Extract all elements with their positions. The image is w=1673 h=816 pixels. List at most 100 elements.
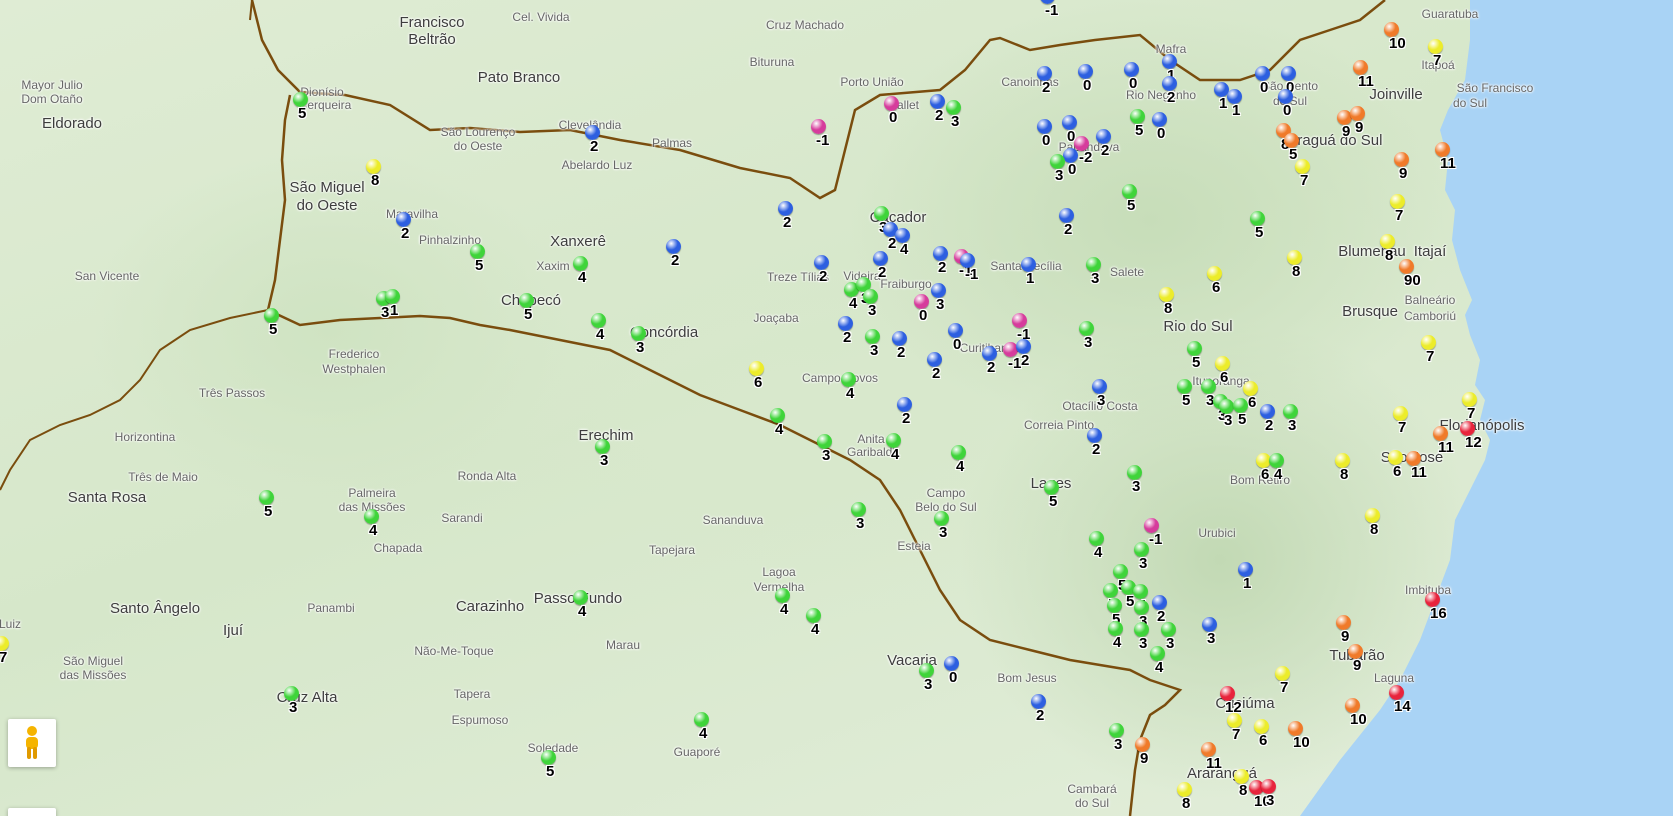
marker-value: 5 <box>1049 493 1058 510</box>
marker-value: 10 <box>1293 734 1310 751</box>
state-borders <box>0 0 1386 816</box>
border-north-west <box>249 0 253 21</box>
marker-value: 9 <box>1341 628 1350 645</box>
marker-value: 5 <box>1127 197 1136 214</box>
marker-value: 10 <box>1389 35 1406 52</box>
place-label: Blumenau <box>1338 243 1406 260</box>
marker-value: -1 <box>965 266 979 283</box>
marker-value: 2 <box>671 252 680 269</box>
place-label: Eldorado <box>41 115 103 132</box>
place-label: São Francisco <box>1456 81 1534 95</box>
marker-value: 2 <box>1036 707 1045 724</box>
place-label: Palmas <box>651 136 693 150</box>
marker-value: 10 <box>1350 711 1367 728</box>
place-label: Beltrão <box>408 31 456 48</box>
marker-value: 2 <box>1167 89 1176 106</box>
marker-value: 11 <box>1206 755 1222 772</box>
place-label: Ronda Alta <box>457 469 517 483</box>
marker-value: 8 <box>1292 263 1301 280</box>
marker-value: 6 <box>1393 463 1402 480</box>
marker-value: 0 <box>1042 132 1051 149</box>
place-label: Três Passos <box>198 386 266 400</box>
marker-value: -1 <box>816 132 830 149</box>
marker-value: 4 <box>849 295 858 312</box>
marker-value: 0 <box>1129 75 1138 92</box>
marker-value: 4 <box>1113 634 1122 651</box>
marker-value: 5 <box>475 257 484 274</box>
place-label: Três de Maio <box>128 470 198 484</box>
place-label: Xanxerê <box>550 233 606 250</box>
place-label: Balneário <box>1404 293 1456 307</box>
marker-value: 6 <box>1261 466 1270 483</box>
place-label: Pato Branco <box>477 69 561 86</box>
place-label: Ijuí <box>222 622 244 639</box>
place-label: Brusque <box>1342 303 1398 320</box>
marker-value: 3 <box>1097 392 1106 409</box>
marker-value: 3 <box>924 676 933 693</box>
marker-value: -1 <box>1045 2 1059 19</box>
marker-value: 1 <box>390 302 399 319</box>
marker-value: 7 <box>0 649 8 666</box>
marker-value: 3 <box>636 339 645 356</box>
marker-value: 0 <box>949 669 958 686</box>
marker-value: 0 <box>919 307 928 324</box>
marker-value: 2 <box>401 225 410 242</box>
street-view-button[interactable] <box>8 719 56 767</box>
marker-value: 3 <box>1091 270 1100 287</box>
marker-value: 5 <box>298 105 307 122</box>
marker-value: 2 <box>987 359 996 376</box>
marker-value: 2 <box>1265 417 1274 434</box>
marker-value: 12 <box>1465 434 1482 451</box>
marker-value: 5 <box>1255 224 1264 241</box>
marker-value: -1 <box>1008 355 1022 372</box>
place-label: Abelardo Luz <box>561 158 633 172</box>
place-label: Tapera <box>453 687 491 701</box>
map-control-partial[interactable] <box>8 808 56 816</box>
marker-value: 6 <box>1259 732 1268 749</box>
place-label: Luiz <box>0 617 22 631</box>
marker-value: 4 <box>1274 466 1283 483</box>
marker-value: 2 <box>1021 352 1030 369</box>
place-label: Tapejara <box>648 543 696 557</box>
place-label: Francisco <box>399 14 465 31</box>
marker-value: 11 <box>1440 155 1456 172</box>
marker-value: 3 <box>1139 555 1148 572</box>
place-label: São Miguel <box>289 179 365 196</box>
place-label: Bom Jesus <box>997 671 1057 685</box>
marker-value: 3 <box>1207 630 1216 647</box>
place-label: Joaçaba <box>753 311 799 325</box>
place-label: Laguna <box>1373 671 1415 685</box>
marker-value: 7 <box>1398 419 1407 436</box>
place-label: Correia Pinto <box>1023 418 1095 432</box>
marker-value: 5 <box>524 306 533 323</box>
marker-value: 2 <box>897 344 906 361</box>
marker-value: 1 <box>1026 270 1035 287</box>
marker-value: 5 <box>269 321 278 338</box>
marker-value: 8 <box>371 172 380 189</box>
marker-value: 2 <box>843 329 852 346</box>
place-label: Fraiburgo <box>880 277 932 291</box>
place-label: Frederico <box>328 347 380 361</box>
place-label: Xaxim <box>536 259 570 273</box>
marker-value: 3 <box>1132 478 1141 495</box>
place-label: Lagoa <box>762 565 796 579</box>
pegman-icon <box>26 726 38 759</box>
marker-value: 9 <box>1140 750 1149 767</box>
marker-value: 8 <box>1239 782 1248 799</box>
map-canvas[interactable]: Francisco Beltrão Cel. Vivida Cruz Machado P… <box>0 0 1673 816</box>
marker-value: 2 <box>938 259 947 276</box>
marker-value: 3 <box>868 302 877 319</box>
marker-value: 0 <box>953 336 962 353</box>
place-label: Dom Otaño <box>21 92 83 106</box>
marker-value: 8 <box>1385 247 1394 264</box>
place-label: do Oeste <box>296 197 358 214</box>
marker-value: 16 <box>1430 605 1447 622</box>
marker-value: 0 <box>1083 77 1092 94</box>
marker-value: 2 <box>932 365 941 382</box>
marker-value: 8 <box>1370 521 1379 538</box>
marker-value: 2 <box>590 138 599 155</box>
marker-value: 2 <box>1064 221 1073 238</box>
marker-value: 6 <box>1248 394 1257 411</box>
marker-value: 2 <box>819 268 828 285</box>
marker-value: 3 <box>1055 167 1064 184</box>
